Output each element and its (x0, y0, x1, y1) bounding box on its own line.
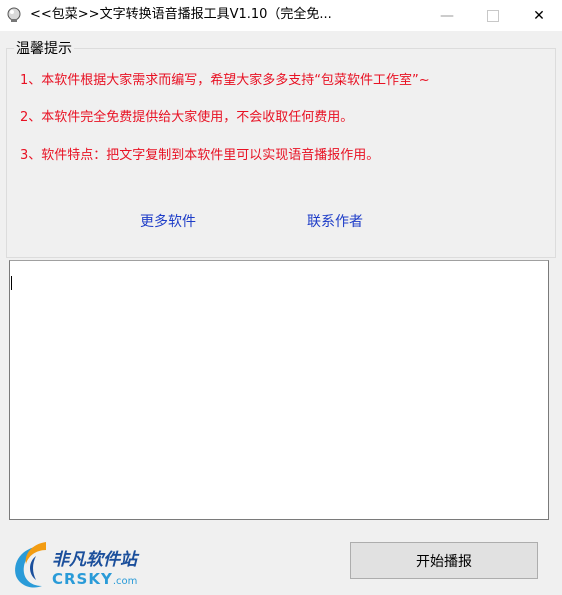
window-title: <<包菜>>文字转换语音播报工具V1.10（完全免... (30, 7, 332, 22)
more-software-link[interactable]: 更多软件 (140, 213, 196, 231)
tip-line-2: 2、本软件完全免费提供给大家使用，不会收取任何费用。 (20, 110, 354, 125)
text-caret (11, 276, 12, 290)
title-bar[interactable]: <<包菜>>文字转换语音播报工具V1.10（完全免... — ✕ (0, 0, 562, 31)
notice-legend: 温馨提示 (14, 40, 74, 58)
minimize-button[interactable]: — (424, 0, 470, 31)
close-icon: ✕ (533, 7, 545, 24)
app-icon (7, 7, 21, 22)
text-input-area[interactable] (9, 260, 549, 520)
minimize-icon: — (440, 7, 454, 24)
close-button[interactable]: ✕ (516, 0, 562, 31)
crsky-logo-suffix: .com (112, 576, 138, 587)
crsky-logo-en: CRSKY (52, 570, 113, 588)
start-broadcast-label: 开始播报 (416, 553, 472, 570)
tip-line-1: 1、本软件根据大家需求而编写，希望大家多多支持“包菜软件工作室”~ (20, 73, 430, 88)
maximize-icon (487, 9, 499, 22)
contact-author-link[interactable]: 联系作者 (307, 213, 363, 231)
crsky-logo-wordmark: CRSKY.com (52, 571, 137, 590)
maximize-button[interactable] (470, 0, 516, 31)
crsky-logo-name: 非凡软件站 (52, 550, 137, 570)
tip-line-3: 3、软件特点：把文字复制到本软件里可以实现语音播报作用。 (20, 148, 380, 163)
start-broadcast-button[interactable]: 开始播报 (350, 542, 538, 579)
